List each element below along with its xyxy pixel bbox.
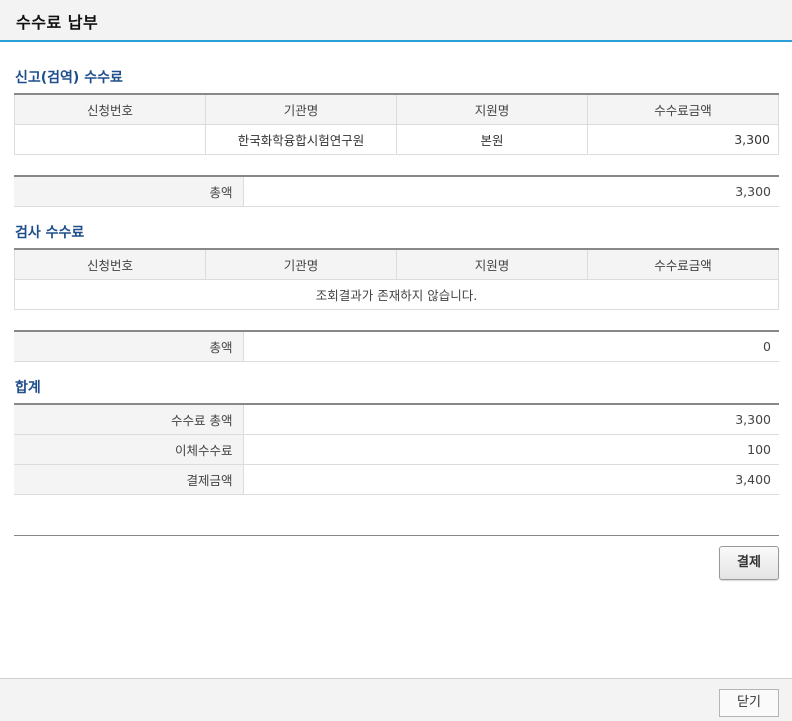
summary-value: 3,400 (242, 463, 779, 495)
cell-branch: 본원 (396, 123, 588, 155)
empty-message: 조회결과가 존재하지 않습니다. (14, 278, 779, 310)
total-row: 총액 0 (14, 331, 779, 362)
column-header-branch: 지원명 (396, 93, 588, 125)
summary-section-title: 합계 (15, 380, 41, 396)
summary-label: 결제금액 (14, 463, 244, 495)
pay-button[interactable]: 결제 (719, 546, 779, 580)
empty-row: 조회결과가 존재하지 않습니다. (14, 278, 779, 310)
cell-app-no (14, 123, 206, 155)
column-header-app-no: 신청번호 (14, 248, 206, 280)
summary-label: 이체수수료 (14, 433, 244, 465)
total-value: 0 (242, 331, 779, 362)
dialog-header: 수수료 납부 (0, 0, 792, 42)
summary-row-payment-amount: 결제금액 3,400 (14, 463, 779, 495)
report-fee-table: 신청번호 기관명 지원명 수수료금액 한국화학융합시험연구원 본원 3,300 (14, 93, 779, 155)
cell-agency: 한국화학융합시험연구원 (205, 123, 397, 155)
summary-row-fee-total: 수수료 총액 3,300 (14, 404, 779, 435)
summary-value: 100 (242, 433, 779, 465)
summary-value: 3,300 (242, 404, 779, 435)
table-row: 한국화학융합시험연구원 본원 3,300 (14, 123, 779, 155)
column-header-branch: 지원명 (396, 248, 588, 280)
total-label: 총액 (14, 176, 244, 207)
total-label: 총액 (14, 331, 244, 362)
total-value: 3,300 (242, 176, 779, 207)
total-row: 총액 3,300 (14, 176, 779, 207)
inspection-fee-total-table: 총액 0 (14, 330, 779, 362)
column-header-amount: 수수료금액 (587, 93, 779, 125)
divider (14, 535, 779, 536)
summary-label: 수수료 총액 (14, 404, 244, 435)
report-fee-section-title: 신고(검역) 수수료 (15, 70, 123, 86)
close-button[interactable]: 닫기 (719, 689, 779, 717)
summary-row-transfer-fee: 이체수수료 100 (14, 433, 779, 465)
table-header-row: 신청번호 기관명 지원명 수수료금액 (14, 93, 779, 125)
report-fee-total-table: 총액 3,300 (14, 175, 779, 207)
summary-table: 수수료 총액 3,300 이체수수료 100 결제금액 3,400 (14, 403, 779, 495)
column-header-amount: 수수료금액 (587, 248, 779, 280)
column-header-app-no: 신청번호 (14, 93, 206, 125)
table-header-row: 신청번호 기관명 지원명 수수료금액 (14, 248, 779, 280)
column-header-agency: 기관명 (205, 93, 397, 125)
inspection-fee-table: 신청번호 기관명 지원명 수수료금액 조회결과가 존재하지 않습니다. (14, 248, 779, 310)
column-header-agency: 기관명 (205, 248, 397, 280)
cell-amount: 3,300 (587, 123, 779, 155)
inspection-fee-section-title: 검사 수수료 (15, 225, 85, 241)
dialog-title: 수수료 납부 (16, 13, 99, 32)
dialog-footer: 닫기 (0, 678, 792, 721)
